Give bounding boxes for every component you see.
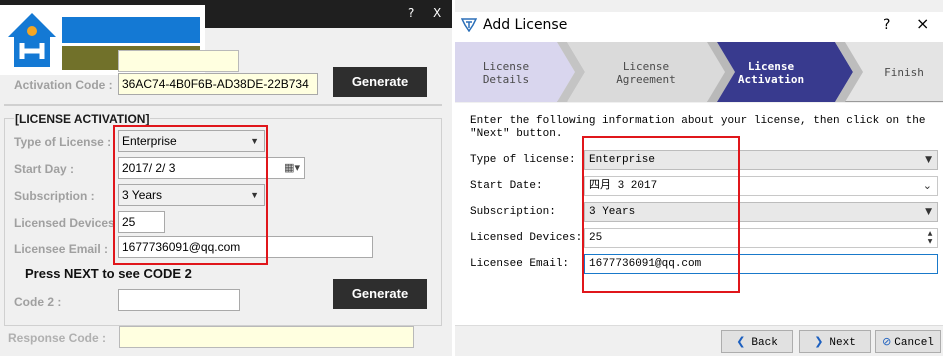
close-button[interactable]: ×: [916, 14, 929, 33]
back-button-label: Back: [751, 337, 778, 349]
activation-code-field[interactable]: 36AC74-4B0F6B-AD38DE-22B734: [118, 73, 318, 95]
highlight-box-right: [582, 136, 740, 293]
help-button[interactable]: ?: [408, 6, 414, 20]
next-button-label: Next: [829, 337, 856, 349]
step-label: Details: [482, 73, 530, 86]
spinner-arrows-icon[interactable]: ▲ ▼: [924, 230, 936, 246]
start-date-label: Start Date:: [470, 180, 543, 192]
chevron-down-icon: ▼: [925, 155, 932, 165]
generate-button[interactable]: Generate: [333, 67, 427, 97]
response-code-label: Response Code :: [8, 331, 107, 345]
dialog-footer: ❮ Back ❯ Next ⊘ Cancel: [455, 325, 943, 356]
help-button[interactable]: ?: [883, 17, 890, 33]
step-label: License: [482, 60, 530, 73]
step-label: License: [622, 60, 670, 73]
highlight-box-left: [113, 125, 268, 265]
next-hint: Press NEXT to see CODE 2: [25, 266, 192, 281]
cancel-icon: ⊘: [882, 335, 892, 348]
chevron-down-icon: ⌄: [922, 179, 932, 192]
chevron-left-icon: ❮: [736, 335, 746, 348]
step-label: Finish: [884, 66, 924, 79]
activation-code-label: Activation Code :: [14, 78, 113, 92]
generate-code-2-button[interactable]: Generate: [333, 279, 427, 309]
code-2-label: Code 2 :: [14, 295, 62, 309]
step-label: License: [747, 60, 795, 73]
response-code-field[interactable]: [119, 326, 414, 348]
subscription-label: Subscription :: [14, 189, 95, 203]
back-button[interactable]: ❮ Back: [721, 330, 793, 353]
next-button[interactable]: ❯ Next: [799, 330, 871, 353]
cancel-button-label: Cancel: [894, 337, 934, 349]
chevron-right-icon: ❯: [814, 335, 824, 348]
email-label: Licensee Email :: [14, 242, 109, 256]
chevron-down-icon: ▼: [925, 207, 932, 217]
code-2-field[interactable]: [118, 289, 240, 311]
dialog-titlebar: Add License ? ×: [455, 0, 943, 42]
cancel-button[interactable]: ⊘ Cancel: [875, 330, 941, 353]
code-1-field[interactable]: [118, 50, 239, 72]
type-label: Type of license:: [470, 154, 576, 166]
house-logo-icon: [8, 13, 56, 67]
add-license-dialog: Add License ? × License Details License Ag…: [455, 0, 943, 356]
step-label: Agreement: [616, 73, 676, 86]
devices-label: Licensed Devices :: [14, 216, 123, 230]
step-license-agreement: License Agreement: [585, 42, 707, 102]
step-finish: Finish: [865, 42, 943, 102]
keygen-window: ? X Activation Code : 36AC74-4B0F6B-AD38…: [0, 0, 452, 356]
logo-bar-blue: [62, 17, 200, 43]
wizard-steps: License Details License Agreement License A…: [455, 42, 943, 102]
start-day-label: Start Day :: [14, 162, 75, 176]
section-divider: [4, 104, 442, 106]
section-heading: [LICENSE ACTIVATION]: [14, 112, 151, 126]
step-license-details: License Details: [455, 42, 557, 102]
dialog-title: Add License: [483, 17, 568, 33]
step-license-activation: License Activation: [713, 42, 829, 102]
type-label: Type of License :: [14, 135, 112, 149]
email-label: Licensee Email:: [470, 258, 570, 270]
app-logo-icon: [461, 18, 477, 32]
devices-label: Licensed Devices:: [470, 232, 583, 244]
subscription-label: Subscription:: [470, 206, 556, 218]
calendar-icon[interactable]: ▦▾: [284, 158, 300, 178]
close-button[interactable]: X: [433, 6, 441, 20]
step-label: Activation: [737, 73, 805, 86]
